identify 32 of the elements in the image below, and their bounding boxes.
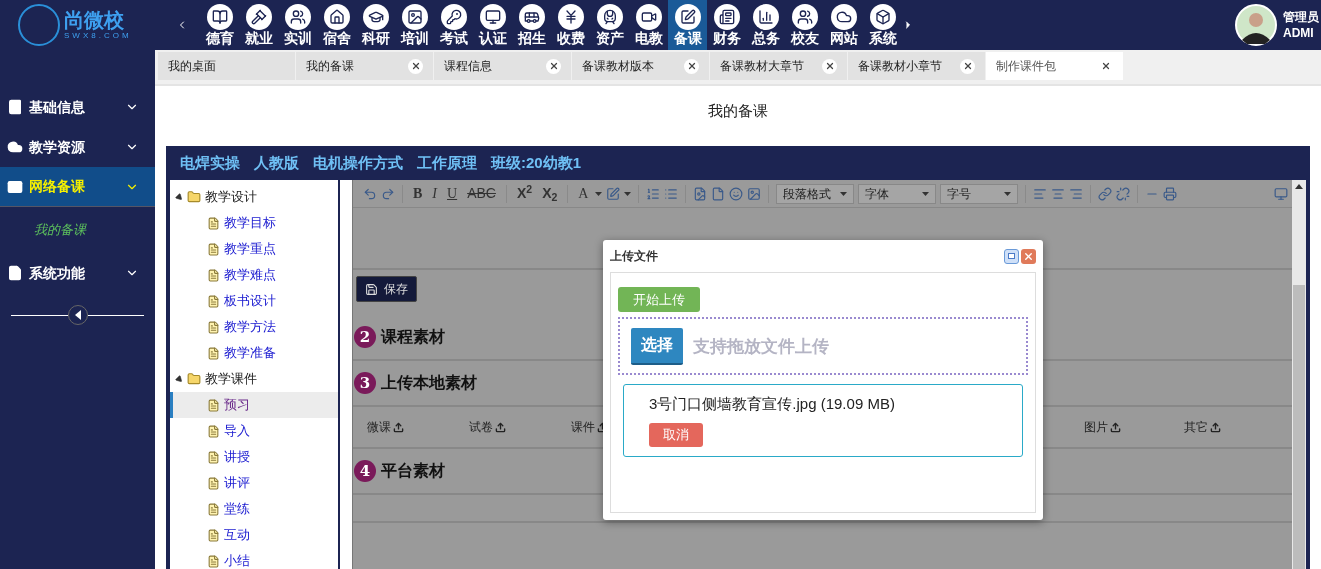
breadcrumb-item: 电焊实操 — [180, 152, 240, 173]
tree-item-label: 教学难点 — [224, 266, 276, 285]
section-title: 平台素材 — [381, 461, 445, 481]
tree-item-label: 教学目标 — [224, 214, 276, 233]
tree-item-label: 教学重点 — [224, 240, 276, 259]
file-name: 3号门口侧墙教育宣传.jpg (19.09 MB) — [649, 394, 896, 415]
section-title: 上传本地素材 — [381, 373, 477, 393]
tree-item-label: 小结 — [224, 552, 250, 569]
section-title: 课程素材 — [381, 327, 445, 347]
step-number: 4 — [354, 460, 376, 482]
dialog-title: 上传文件 — [610, 248, 658, 265]
tree-item-label: 教学方法 — [224, 318, 276, 337]
tree-item-label: 板书设计 — [224, 292, 276, 311]
tree-item-label: 教学准备 — [224, 344, 276, 363]
tree-item-label: 讲评 — [224, 474, 250, 493]
drop-hint: 支持拖放文件上传 — [693, 335, 829, 358]
breadcrumb-item: 人教版 — [254, 152, 299, 173]
logo-subtext: SWX8.COM — [64, 31, 132, 41]
logo-text: 尚微校 — [64, 9, 125, 31]
page-title: 我的备课 — [708, 100, 768, 121]
step-number: 3 — [354, 372, 376, 394]
breadcrumb-item: 班级:20幼教1 — [491, 152, 582, 173]
user-name: ADMI — [1283, 25, 1315, 41]
tree-item-label: 预习 — [224, 396, 250, 415]
breadcrumb-item: 电机操作方式 — [313, 152, 403, 173]
user-role: 管理员 — [1283, 9, 1320, 25]
breadcrumb-item: 工作原理 — [417, 152, 477, 173]
step-number: 2 — [354, 326, 376, 348]
tree-item-label: 互动 — [224, 526, 250, 545]
tree-item-label: 导入 — [224, 422, 250, 441]
tree-item-label: 堂练 — [224, 500, 250, 519]
tree-item-label: 讲授 — [224, 448, 250, 467]
